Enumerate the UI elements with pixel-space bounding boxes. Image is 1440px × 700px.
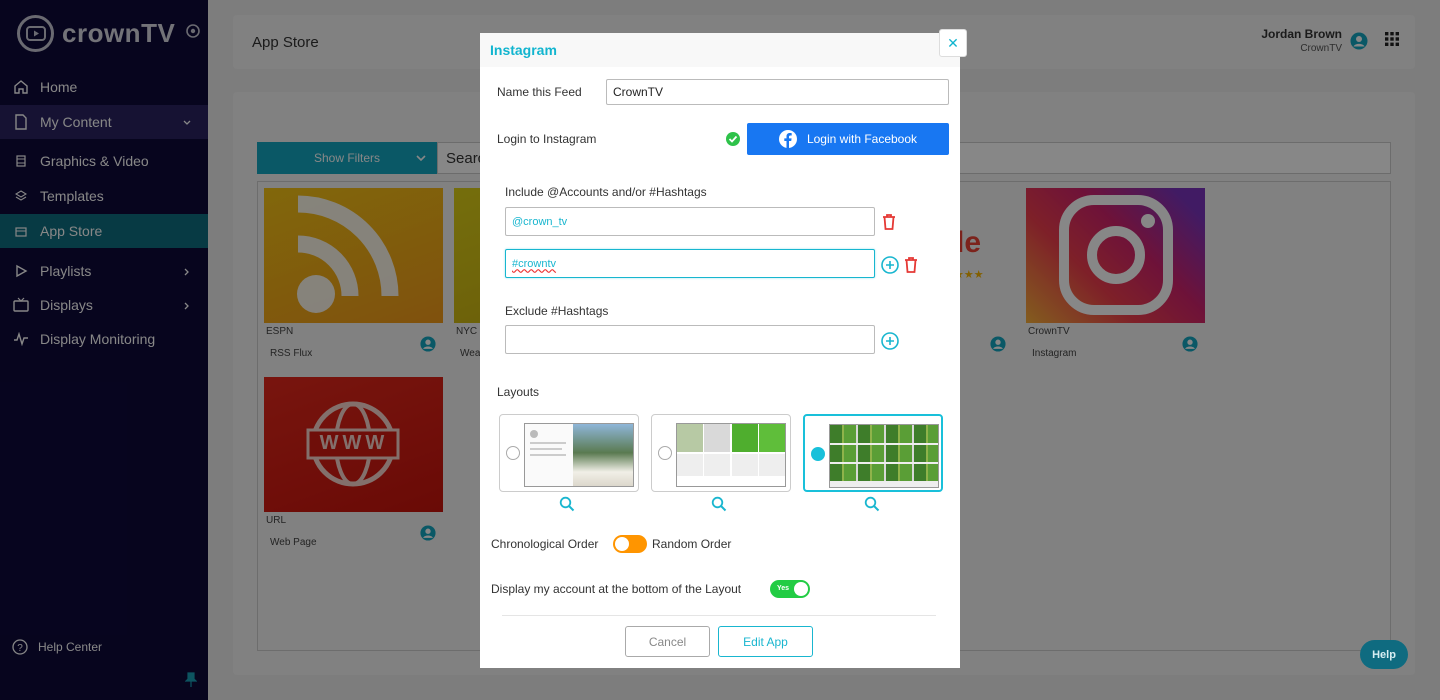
toggle-yes-label: Yes [777,585,790,592]
include-value-2: #crowntv [512,257,557,270]
layout-radio[interactable] [811,447,825,461]
exclude-label: Exclude #Hashtags [505,304,609,318]
order-toggle[interactable] [613,535,647,553]
facebook-icon [778,130,797,148]
layout-preview-single [524,423,634,487]
layout-option-grid-images[interactable] [803,414,943,492]
feed-name-label: Name this Feed [497,85,582,99]
modal-title: Instagram [490,42,557,58]
layout-option-single[interactable] [499,414,639,492]
check-circle-icon [726,132,740,151]
add-circle-icon[interactable] [881,332,899,355]
login-label: Login to Instagram [497,132,597,146]
help-button[interactable]: Help [1360,640,1408,669]
zoom-icon[interactable] [711,496,727,517]
exclude-input[interactable] [505,325,875,354]
cancel-button[interactable]: Cancel [625,626,710,657]
layout-radio[interactable] [658,446,672,460]
layout-option-grid-text[interactable] [651,414,791,492]
footer-divider [502,615,936,616]
include-input-2[interactable]: #crowntv [505,249,875,278]
feed-name-value: CrownTV [613,85,664,99]
random-label: Random Order [652,537,732,551]
display-account-toggle[interactable]: Yes [770,580,810,598]
close-button[interactable]: ✕ [939,29,967,57]
modal-header: Instagram [480,33,960,67]
include-value-1: @crown_tv [512,215,568,228]
layout-preview-grid-images [829,424,939,488]
toggle-knob [615,537,629,551]
feed-name-input[interactable]: CrownTV [606,79,949,105]
include-label: Include @Accounts and/or #Hashtags [505,185,707,199]
close-icon: ✕ [947,34,959,51]
include-input-1[interactable]: @crown_tv [505,207,875,236]
layouts-label: Layouts [497,385,540,399]
delete-icon[interactable] [904,257,918,278]
zoom-icon[interactable] [864,496,880,517]
layout-preview-grid-text [676,423,786,487]
toggle-knob [794,582,808,596]
login-facebook-button[interactable]: Login with Facebook [747,123,949,155]
instagram-modal: Instagram Name this Feed CrownTV Login t… [480,33,960,668]
layout-radio[interactable] [506,446,520,460]
delete-icon[interactable] [882,214,896,235]
login-facebook-label: Login with Facebook [806,132,918,146]
display-account-label: Display my account at the bottom of the … [491,582,742,596]
add-circle-icon[interactable] [881,256,899,279]
zoom-icon[interactable] [559,496,575,517]
edit-app-button[interactable]: Edit App [718,626,813,657]
chronological-label: Chronological Order [491,537,599,551]
